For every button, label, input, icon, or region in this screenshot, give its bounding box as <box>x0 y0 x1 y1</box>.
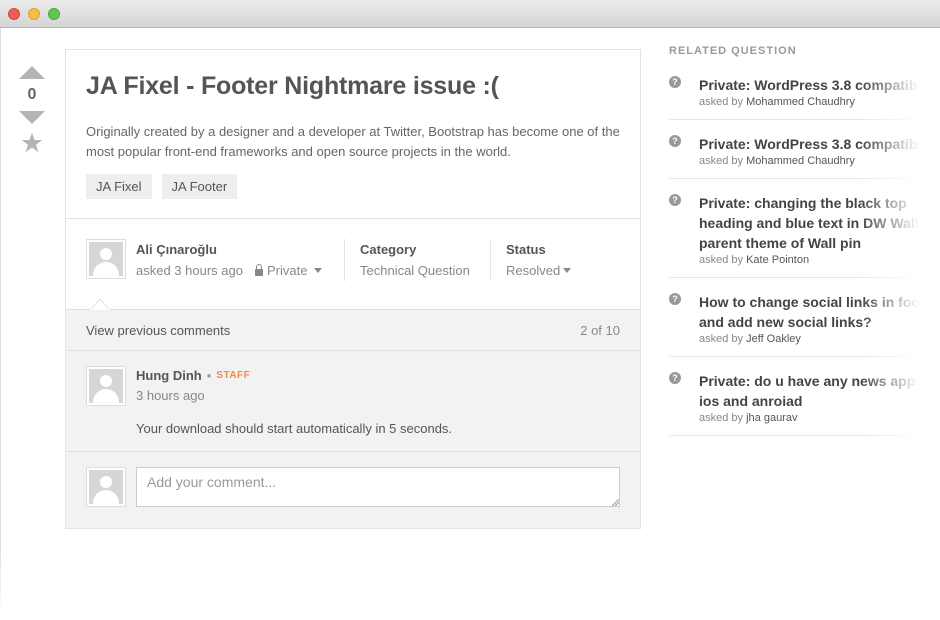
category-value[interactable]: Technical Question <box>360 263 470 278</box>
related-question-author[interactable]: Mohammed Chaudhry <box>746 155 855 167</box>
comments-count: 2 of 10 <box>580 323 620 338</box>
view-previous-comments-link[interactable]: View previous comments <box>86 323 230 338</box>
chevron-down-icon <box>563 268 572 273</box>
asked-by-label: asked by <box>699 412 744 424</box>
comment-author[interactable]: Hung Dinh <box>136 368 202 383</box>
related-question-title[interactable]: Private: WordPress 3.8 compatibility <box>699 75 940 95</box>
window-border <box>0 28 1 620</box>
related-question-author[interactable]: Mohammed Chaudhry <box>746 96 855 108</box>
separator-dot: • <box>206 368 212 383</box>
staff-badge: STAFF <box>216 370 251 381</box>
status-info: Status Resolved <box>506 242 572 278</box>
related-question-item[interactable]: ? Private: do u have any news apps ios a… <box>669 357 940 436</box>
related-question-title[interactable]: How to change social links in footer and… <box>699 292 939 332</box>
related-questions: RELATED QUESTION ? Private: WordPress 3.… <box>669 45 940 436</box>
related-question-author[interactable]: Jeff Oakley <box>746 333 801 345</box>
question-mark-icon: ? <box>669 135 681 147</box>
status-value: Resolved <box>506 263 561 278</box>
avatar <box>86 467 126 507</box>
comment-item: Hung Dinh • STAFF 3 hours ago Your downl… <box>66 351 640 452</box>
related-question-author[interactable]: Kate Pointon <box>746 254 809 266</box>
zoom-window-button[interactable] <box>48 8 60 20</box>
status-dropdown[interactable]: Resolved <box>506 263 572 278</box>
reply-form <box>66 452 640 528</box>
comments-section: View previous comments 2 of 10 Hung Dinh… <box>66 309 640 528</box>
meta-pointer <box>90 298 110 310</box>
asked-by-label: asked by <box>699 333 744 345</box>
question-meta: Ali Çınaroğlu asked 3 hours ago Private … <box>66 218 640 310</box>
asked-by-label: asked by <box>699 155 744 167</box>
category-info: Category Technical Question <box>360 242 470 278</box>
related-question-item[interactable]: ? Private: WordPress 3.8 compatibility a… <box>669 75 940 120</box>
comment-time: 3 hours ago <box>136 388 205 403</box>
avatar[interactable] <box>86 366 126 406</box>
window-titlebar <box>0 0 940 28</box>
tag-list: JA Fixel JA Footer <box>86 174 238 199</box>
avatar[interactable] <box>86 239 126 279</box>
related-list: ? Private: WordPress 3.8 compatibility a… <box>669 75 940 436</box>
asked-time: asked 3 hours ago <box>136 263 243 278</box>
question-mark-icon: ? <box>669 372 681 384</box>
vote-count: 0 <box>27 86 37 103</box>
comment-text: Your download should start automatically… <box>136 421 453 436</box>
divider <box>490 239 491 281</box>
question-mark-icon: ? <box>669 76 681 88</box>
question-mark-icon: ? <box>669 194 681 206</box>
lock-icon <box>254 263 263 276</box>
comment-input[interactable] <box>136 467 620 507</box>
divider <box>344 239 345 281</box>
question-mark-icon: ? <box>669 293 681 305</box>
related-question-title[interactable]: Private: changing the black top heading … <box>699 193 939 253</box>
question-body: Originally created by a designer and a d… <box>86 124 620 159</box>
triangle-up-icon[interactable] <box>19 66 45 79</box>
category-label: Category <box>360 242 417 257</box>
asked-by-label: asked by <box>699 96 744 108</box>
chevron-down-icon <box>314 268 323 273</box>
related-question-item[interactable]: ? Private: changing the black top headin… <box>669 179 940 278</box>
sidebar-title: RELATED QUESTION <box>669 45 797 57</box>
minimize-window-button[interactable] <box>28 8 40 20</box>
close-window-button[interactable] <box>8 8 20 20</box>
star-icon[interactable]: ★ <box>18 130 46 157</box>
tag[interactable]: JA Fixel <box>86 174 152 199</box>
vote-panel: 0 ★ <box>18 66 46 157</box>
related-question-title[interactable]: Private: WordPress 3.8 compatibility <box>699 134 940 154</box>
author-name[interactable]: Ali Çınaroğlu <box>136 242 322 257</box>
status-label: Status <box>506 242 546 257</box>
related-question-author[interactable]: jha gaurav <box>746 412 797 424</box>
question-card: JA Fixel - Footer Nightmare issue :( Ori… <box>65 49 641 529</box>
related-question-item[interactable]: ? How to change social links in footer a… <box>669 278 940 357</box>
privacy-value: Private <box>266 263 308 278</box>
related-question-title[interactable]: Private: do u have any news apps ios and… <box>699 371 939 411</box>
bottom-fade-overlay <box>0 540 940 620</box>
asked-by-label: asked by <box>699 254 744 266</box>
resize-grip-icon[interactable] <box>612 499 619 506</box>
privacy-dropdown[interactable]: Private <box>254 263 323 278</box>
related-question-item[interactable]: ? Private: WordPress 3.8 compatibility a… <box>669 120 940 179</box>
tag[interactable]: JA Footer <box>161 174 238 199</box>
triangle-down-icon[interactable] <box>19 111 45 124</box>
question-title: JA Fixel - Footer Nightmare issue :( <box>86 72 499 100</box>
author-info: Ali Çınaroğlu asked 3 hours ago Private <box>136 242 323 278</box>
previous-comments-bar: View previous comments 2 of 10 <box>66 310 640 351</box>
